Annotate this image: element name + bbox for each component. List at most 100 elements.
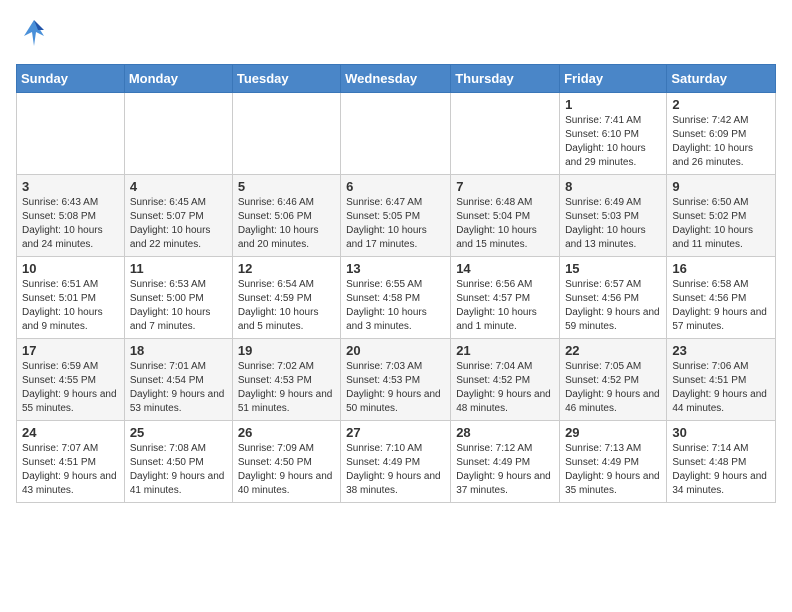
day-cell: 12 Sunrise: 6:54 AM Sunset: 4:59 PM Dayli… xyxy=(232,257,340,339)
day-info: Sunrise: 7:07 AM Sunset: 4:51 PM Dayligh… xyxy=(22,442,119,498)
logo xyxy=(16,16,56,52)
day-cell: 24 Sunrise: 7:07 AM Sunset: 4:51 PM Dayli… xyxy=(17,421,125,503)
day-cell: 27 Sunrise: 7:10 AM Sunset: 4:49 PM Dayli… xyxy=(341,421,451,503)
weekday-header-friday: Friday xyxy=(560,65,667,93)
day-cell: 15Sunrise: 6:57 AM Sunset: 4:56 PM Dayli… xyxy=(560,257,667,339)
week-row-1: 1Sunrise: 7:41 AM Sunset: 6:10 PM Daylig… xyxy=(17,93,776,175)
day-info: Sunrise: 7:03 AM Sunset: 4:53 PM Dayligh… xyxy=(346,360,445,416)
day-info: Sunrise: 6:50 AM Sunset: 5:02 PM Dayligh… xyxy=(672,196,770,252)
day-info: Sunrise: 6:46 AM Sunset: 5:06 PM Dayligh… xyxy=(238,196,335,252)
day-info: Sunrise: 7:02 AM Sunset: 4:53 PM Dayligh… xyxy=(238,360,335,416)
day-cell: 25 Sunrise: 7:08 AM Sunset: 4:50 PM Dayli… xyxy=(124,421,232,503)
day-number: 10 xyxy=(22,261,119,276)
day-number: 25 xyxy=(130,425,227,440)
weekday-header-sunday: Sunday xyxy=(17,65,125,93)
day-cell: 13Sunrise: 6:55 AM Sunset: 4:58 PM Dayli… xyxy=(341,257,451,339)
day-info: Sunrise: 7:08 AM Sunset: 4:50 PM Dayligh… xyxy=(130,442,227,498)
day-cell: 7 Sunrise: 6:48 AM Sunset: 5:04 PM Daylig… xyxy=(451,175,560,257)
day-info: Sunrise: 7:01 AM Sunset: 4:54 PM Dayligh… xyxy=(130,360,227,416)
day-info: Sunrise: 6:43 AM Sunset: 5:08 PM Dayligh… xyxy=(22,196,119,252)
day-number: 27 xyxy=(346,425,445,440)
weekday-header-saturday: Saturday xyxy=(667,65,776,93)
day-number: 12 xyxy=(238,261,335,276)
day-cell: 30Sunrise: 7:14 AM Sunset: 4:48 PM Dayli… xyxy=(667,421,776,503)
day-info: Sunrise: 6:56 AM Sunset: 4:57 PM Dayligh… xyxy=(456,278,554,334)
day-number: 23 xyxy=(672,343,770,358)
day-info: Sunrise: 7:14 AM Sunset: 4:48 PM Dayligh… xyxy=(672,442,770,498)
day-number: 21 xyxy=(456,343,554,358)
day-cell: 5 Sunrise: 6:46 AM Sunset: 5:06 PM Daylig… xyxy=(232,175,340,257)
day-cell xyxy=(451,93,560,175)
day-info: Sunrise: 7:09 AM Sunset: 4:50 PM Dayligh… xyxy=(238,442,335,498)
day-cell: 19Sunrise: 7:02 AM Sunset: 4:53 PM Dayli… xyxy=(232,339,340,421)
day-cell: 22Sunrise: 7:05 AM Sunset: 4:52 PM Dayli… xyxy=(560,339,667,421)
day-cell xyxy=(124,93,232,175)
page-header xyxy=(16,16,776,52)
day-cell: 16 Sunrise: 6:58 AM Sunset: 4:56 PM Dayli… xyxy=(667,257,776,339)
day-number: 16 xyxy=(672,261,770,276)
day-info: Sunrise: 7:42 AM Sunset: 6:09 PM Dayligh… xyxy=(672,114,770,170)
day-cell: 23 Sunrise: 7:06 AM Sunset: 4:51 PM Dayli… xyxy=(667,339,776,421)
week-row-4: 17 Sunrise: 6:59 AM Sunset: 4:55 PM Dayli… xyxy=(17,339,776,421)
day-cell: 4 Sunrise: 6:45 AM Sunset: 5:07 PM Daylig… xyxy=(124,175,232,257)
weekday-header-wednesday: Wednesday xyxy=(341,65,451,93)
day-info: Sunrise: 6:51 AM Sunset: 5:01 PM Dayligh… xyxy=(22,278,119,334)
day-number: 17 xyxy=(22,343,119,358)
day-cell: 18 Sunrise: 7:01 AM Sunset: 4:54 PM Dayli… xyxy=(124,339,232,421)
week-row-3: 10 Sunrise: 6:51 AM Sunset: 5:01 PM Dayli… xyxy=(17,257,776,339)
day-cell: 21 Sunrise: 7:04 AM Sunset: 4:52 PM Dayli… xyxy=(451,339,560,421)
day-info: Sunrise: 7:10 AM Sunset: 4:49 PM Dayligh… xyxy=(346,442,445,498)
day-info: Sunrise: 6:53 AM Sunset: 5:00 PM Dayligh… xyxy=(130,278,227,334)
day-cell: 3 Sunrise: 6:43 AM Sunset: 5:08 PM Daylig… xyxy=(17,175,125,257)
day-number: 20 xyxy=(346,343,445,358)
day-number: 29 xyxy=(565,425,661,440)
weekday-header-thursday: Thursday xyxy=(451,65,560,93)
day-info: Sunrise: 7:41 AM Sunset: 6:10 PM Dayligh… xyxy=(565,114,661,170)
day-cell: 26 Sunrise: 7:09 AM Sunset: 4:50 PM Dayli… xyxy=(232,421,340,503)
day-number: 24 xyxy=(22,425,119,440)
day-number: 26 xyxy=(238,425,335,440)
day-cell: 6 Sunrise: 6:47 AM Sunset: 5:05 PM Daylig… xyxy=(341,175,451,257)
day-info: Sunrise: 6:58 AM Sunset: 4:56 PM Dayligh… xyxy=(672,278,770,334)
day-cell: 9 Sunrise: 6:50 AM Sunset: 5:02 PM Daylig… xyxy=(667,175,776,257)
day-cell: 14 Sunrise: 6:56 AM Sunset: 4:57 PM Dayli… xyxy=(451,257,560,339)
day-cell xyxy=(232,93,340,175)
day-cell: 20 Sunrise: 7:03 AM Sunset: 4:53 PM Dayli… xyxy=(341,339,451,421)
day-number: 15 xyxy=(565,261,661,276)
day-info: Sunrise: 7:04 AM Sunset: 4:52 PM Dayligh… xyxy=(456,360,554,416)
day-number: 4 xyxy=(130,179,227,194)
calendar-table: SundayMondayTuesdayWednesdayThursdayFrid… xyxy=(16,64,776,503)
day-number: 7 xyxy=(456,179,554,194)
day-number: 3 xyxy=(22,179,119,194)
week-row-5: 24 Sunrise: 7:07 AM Sunset: 4:51 PM Dayli… xyxy=(17,421,776,503)
day-number: 14 xyxy=(456,261,554,276)
day-info: Sunrise: 6:54 AM Sunset: 4:59 PM Dayligh… xyxy=(238,278,335,334)
day-info: Sunrise: 7:13 AM Sunset: 4:49 PM Dayligh… xyxy=(565,442,661,498)
day-info: Sunrise: 6:45 AM Sunset: 5:07 PM Dayligh… xyxy=(130,196,227,252)
day-number: 9 xyxy=(672,179,770,194)
day-number: 18 xyxy=(130,343,227,358)
weekday-header-monday: Monday xyxy=(124,65,232,93)
day-cell: 1Sunrise: 7:41 AM Sunset: 6:10 PM Daylig… xyxy=(560,93,667,175)
day-number: 6 xyxy=(346,179,445,194)
day-number: 5 xyxy=(238,179,335,194)
day-cell: 8 Sunrise: 6:49 AM Sunset: 5:03 PM Daylig… xyxy=(560,175,667,257)
day-info: Sunrise: 7:06 AM Sunset: 4:51 PM Dayligh… xyxy=(672,360,770,416)
day-cell: 17 Sunrise: 6:59 AM Sunset: 4:55 PM Dayli… xyxy=(17,339,125,421)
day-cell: 28Sunrise: 7:12 AM Sunset: 4:49 PM Dayli… xyxy=(451,421,560,503)
day-number: 8 xyxy=(565,179,661,194)
day-cell xyxy=(17,93,125,175)
day-info: Sunrise: 7:05 AM Sunset: 4:52 PM Dayligh… xyxy=(565,360,661,416)
day-number: 13 xyxy=(346,261,445,276)
day-cell: 11Sunrise: 6:53 AM Sunset: 5:00 PM Dayli… xyxy=(124,257,232,339)
weekday-header-row: SundayMondayTuesdayWednesdayThursdayFrid… xyxy=(17,65,776,93)
day-info: Sunrise: 6:49 AM Sunset: 5:03 PM Dayligh… xyxy=(565,196,661,252)
week-row-2: 3 Sunrise: 6:43 AM Sunset: 5:08 PM Daylig… xyxy=(17,175,776,257)
day-cell: 29 Sunrise: 7:13 AM Sunset: 4:49 PM Dayli… xyxy=(560,421,667,503)
day-info: Sunrise: 6:59 AM Sunset: 4:55 PM Dayligh… xyxy=(22,360,119,416)
day-cell xyxy=(341,93,451,175)
logo-bird-icon xyxy=(16,16,52,52)
day-number: 28 xyxy=(456,425,554,440)
day-info: Sunrise: 6:47 AM Sunset: 5:05 PM Dayligh… xyxy=(346,196,445,252)
day-info: Sunrise: 6:48 AM Sunset: 5:04 PM Dayligh… xyxy=(456,196,554,252)
